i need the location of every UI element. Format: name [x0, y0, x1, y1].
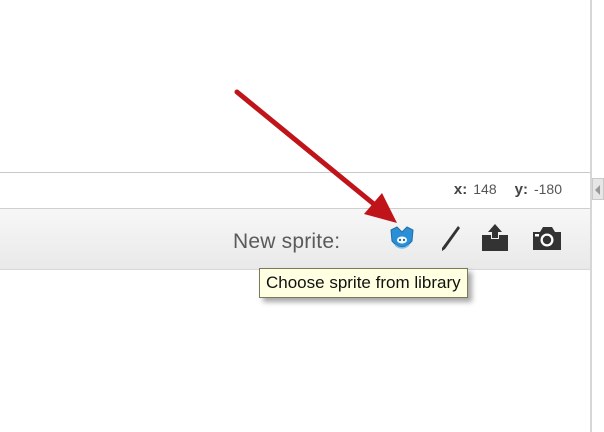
tooltip: Choose sprite from library	[259, 268, 468, 298]
stage-coordinate-bar: x: 148 y: -180	[0, 172, 590, 209]
pane-divider	[590, 0, 592, 432]
upload-icon[interactable]	[478, 221, 512, 255]
x-value: 148	[473, 181, 497, 197]
camera-icon[interactable]	[530, 221, 564, 255]
x-label: x:	[453, 181, 468, 198]
mouse-coordinates: x: 148 y: -180	[454, 181, 562, 198]
sprite-pane-header: New sprite:	[0, 208, 590, 270]
stage-area[interactable]	[0, 0, 590, 172]
sprite-library-icon[interactable]	[385, 221, 419, 255]
y-value: -180	[533, 181, 562, 197]
y-label: y:	[514, 181, 528, 198]
new-sprite-label: New sprite:	[233, 230, 341, 253]
collapse-arrow-button[interactable]	[592, 178, 604, 200]
paint-brush-icon[interactable]	[433, 221, 467, 255]
